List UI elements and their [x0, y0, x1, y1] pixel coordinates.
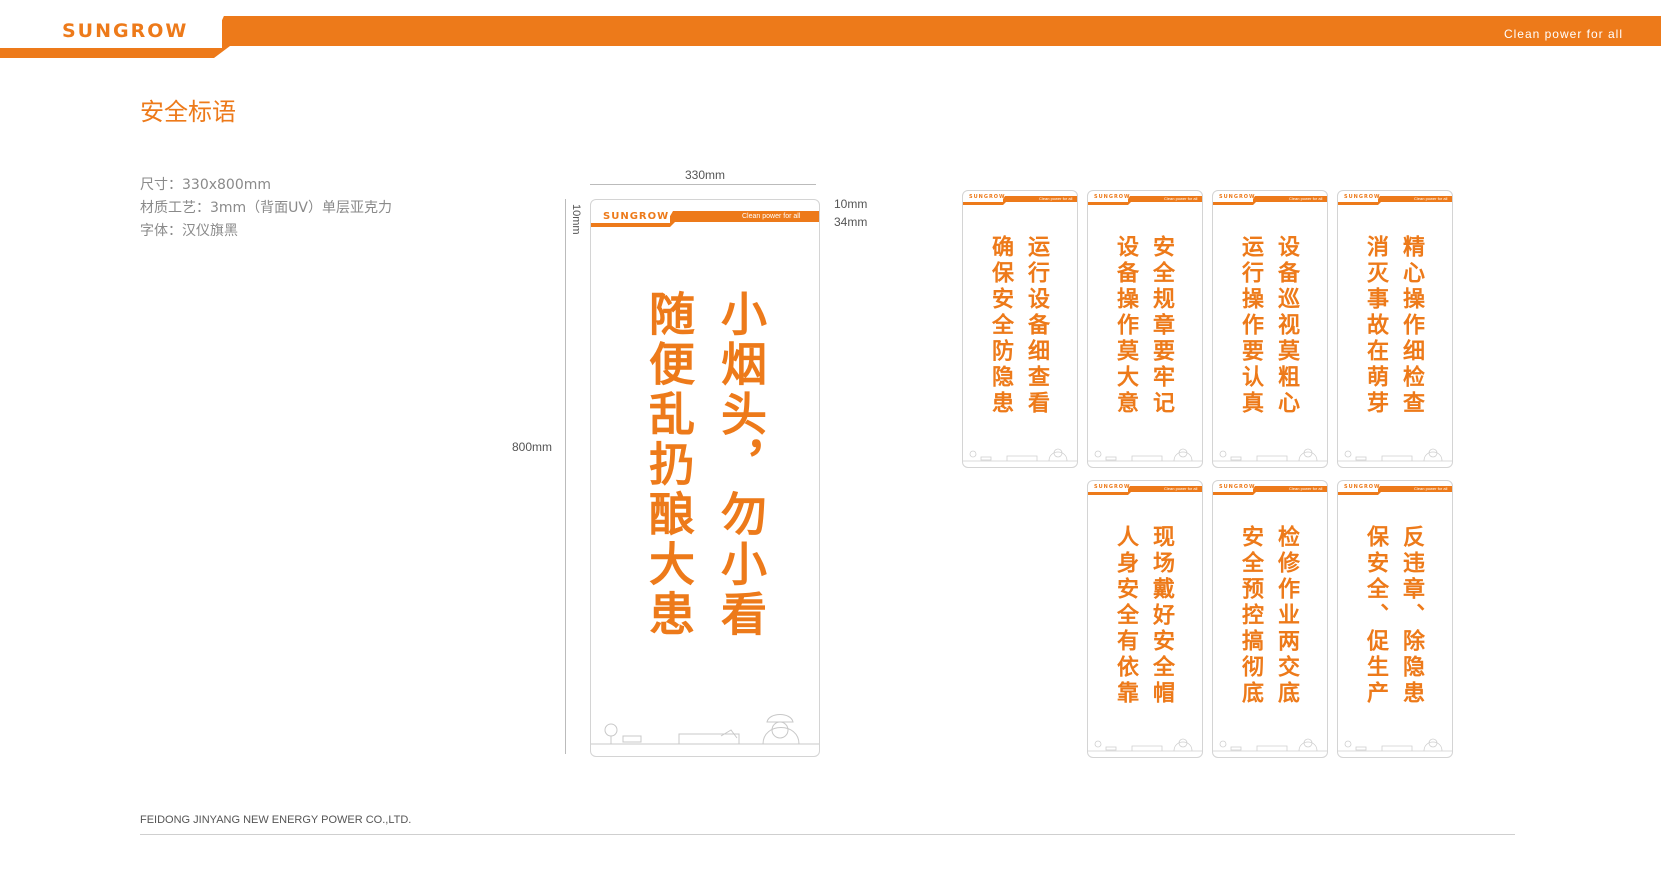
slogan-left-column: 随便乱扔酿大患	[642, 290, 696, 640]
height-dimension-label: 800mm	[512, 440, 553, 454]
band-height-label: 34mm	[834, 215, 868, 229]
sign-brand: SUNGROW	[1094, 194, 1131, 200]
slogan-left-column: 保安全、促生产	[1363, 525, 1388, 707]
band-offset-label: 10mm	[834, 197, 868, 211]
small-sign: SUNGROW Clean power for all 运行设备细查看 确保安全…	[962, 190, 1078, 468]
sign-brand: SUNGROW	[1344, 484, 1381, 490]
worker-illustration	[1338, 448, 1452, 462]
small-sign: SUNGROW Clean power for all 安全规章要牢记 设备操作…	[1087, 190, 1203, 468]
small-sign: SUNGROW Clean power for all 现场戴好安全帽 人身安全…	[1087, 480, 1203, 758]
sign-tagline: Clean power for all	[1414, 196, 1448, 201]
slogan-right-column: 运行设备细查看	[1024, 235, 1049, 417]
slogan-right-column: 精心操作细检查	[1399, 235, 1424, 417]
sign-tagline: Clean power for all	[1164, 486, 1198, 491]
sign-tagline: Clean power for all	[1289, 196, 1323, 201]
slogan-right-column: 设备巡视莫粗心	[1274, 235, 1299, 417]
main-sign: SUNGROW Clean power for all 小烟头，勿小看 随便乱扔…	[590, 199, 820, 757]
slogan-right-column: 现场戴好安全帽	[1149, 525, 1174, 707]
small-sign: SUNGROW Clean power for all 设备巡视莫粗心 运行操作…	[1212, 190, 1328, 468]
page-title: 安全标语	[140, 98, 236, 126]
slogan-right-column: 小烟头，勿小看	[714, 290, 768, 640]
sign-brand: SUNGROW	[1219, 484, 1256, 490]
worker-illustration	[963, 448, 1077, 462]
worker-illustration	[1088, 738, 1202, 752]
slogan-right-column: 检修作业两交底	[1274, 525, 1299, 707]
worker-illustration	[1088, 448, 1202, 462]
spec-material: 材质工艺：3mm（背面UV）单层亚克力	[140, 200, 393, 216]
worker-illustration	[591, 714, 819, 745]
brand-tagline: Clean power for all	[1503, 27, 1623, 41]
footer-company: FEIDONG JINYANG NEW ENERGY POWER CO.,LTD…	[140, 814, 412, 826]
sign-brand: SUNGROW	[1094, 484, 1131, 490]
sign-tagline: Clean power for all	[1164, 196, 1198, 201]
small-sign: SUNGROW Clean power for all 精心操作细检查 消灭事故…	[1337, 190, 1453, 468]
small-sign: SUNGROW Clean power for all 检修作业两交底 安全预控…	[1212, 480, 1328, 758]
top-margin-label: 10mm	[570, 204, 582, 235]
width-dimension-line	[590, 184, 816, 185]
worker-illustration	[1213, 448, 1327, 462]
slogan-left-column: 设备操作莫大意	[1113, 235, 1138, 417]
height-dimension-line	[565, 199, 566, 754]
slogan-left-column: 人身安全有依靠	[1113, 525, 1138, 707]
slogan-right-column: 安全规章要牢记	[1149, 235, 1174, 417]
slogan-right-column: 反违章、除隐患	[1399, 525, 1424, 707]
header-bar	[0, 16, 1661, 58]
sign-tagline: Clean power for all	[1039, 196, 1073, 201]
sign-brand: SUNGROW	[969, 194, 1006, 200]
slogan-left-column: 确保安全防隐患	[988, 235, 1013, 417]
sign-tagline: Clean power for all	[1289, 486, 1323, 491]
sign-tagline: Clean power for all	[1414, 486, 1448, 491]
slogan-left-column: 运行操作要认真	[1238, 235, 1263, 417]
sign-brand: SUNGROW	[1344, 194, 1381, 200]
sign-brand: SUNGROW	[603, 211, 670, 222]
slogan-left-column: 消灭事故在萌芽	[1363, 235, 1388, 417]
slogan-left-column: 安全预控搞彻底	[1238, 525, 1263, 707]
worker-illustration	[1213, 738, 1327, 752]
footer-divider	[140, 834, 1515, 835]
sign-tagline: Clean power for all	[742, 213, 801, 220]
small-sign: SUNGROW Clean power for all 反违章、除隐患 保安全、…	[1337, 480, 1453, 758]
brand-logo: SUNGROW	[62, 20, 189, 42]
sign-brand: SUNGROW	[1219, 194, 1256, 200]
spec-size: 尺寸：330x800mm	[140, 177, 272, 193]
width-dimension-label: 330mm	[685, 168, 726, 182]
worker-illustration	[1338, 738, 1452, 752]
spec-font: 字体：汉仪旗黑	[140, 223, 238, 239]
